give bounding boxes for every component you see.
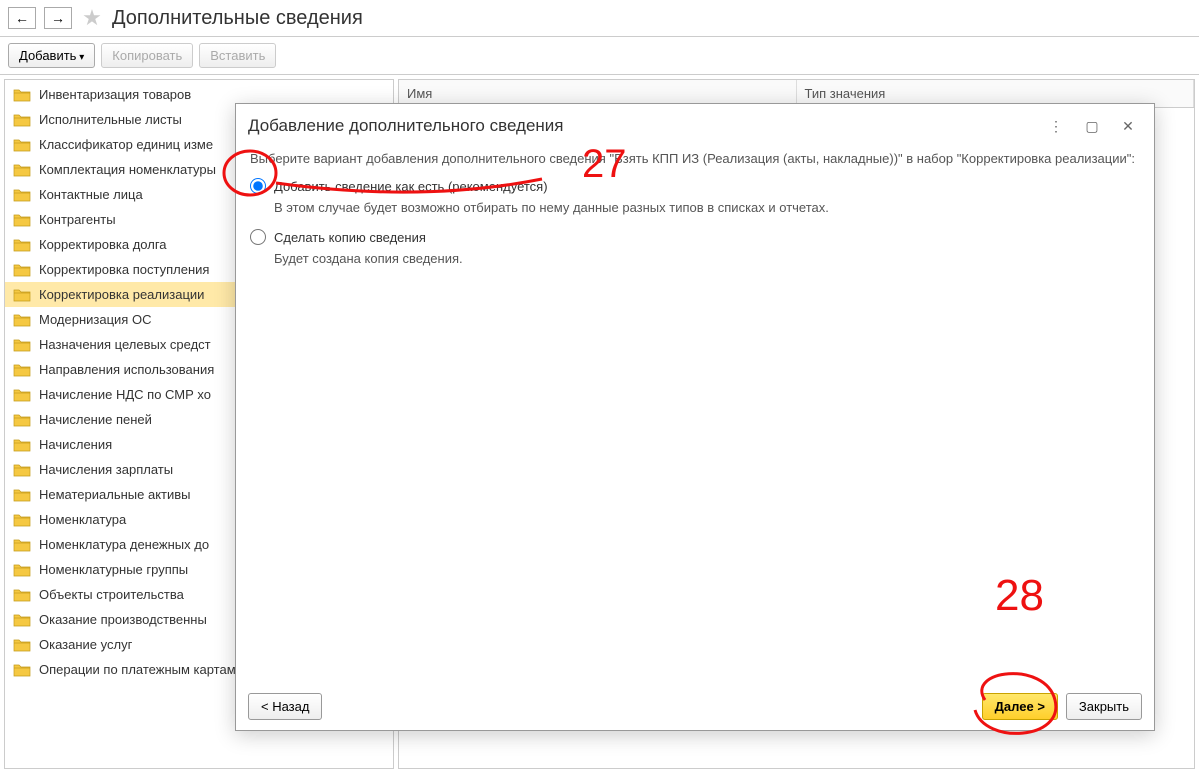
folder-icon bbox=[13, 138, 31, 152]
tree-item-label: Корректировка долга bbox=[39, 237, 167, 252]
folder-icon bbox=[13, 338, 31, 352]
folder-icon bbox=[13, 538, 31, 552]
option-make-copy-desc: Будет создана копия сведения. bbox=[274, 251, 1140, 266]
close-button[interactable]: Закрыть bbox=[1066, 693, 1142, 720]
tree-item-label: Номенклатурные группы bbox=[39, 562, 188, 577]
folder-icon bbox=[13, 388, 31, 402]
copy-button[interactable]: Копировать bbox=[101, 43, 193, 68]
tree-item-label: Начисление НДС по СМР хо bbox=[39, 387, 211, 402]
tree-item-label: Начисления bbox=[39, 437, 112, 452]
radio-make-copy[interactable] bbox=[250, 229, 266, 245]
tree-item-label: Исполнительные листы bbox=[39, 112, 182, 127]
folder-icon bbox=[13, 613, 31, 627]
tree-item-label: Назначения целевых средст bbox=[39, 337, 211, 352]
page-title: Дополнительные сведения bbox=[112, 7, 363, 30]
radio-add-as-is[interactable] bbox=[250, 178, 266, 194]
folder-icon bbox=[13, 438, 31, 452]
back-button[interactable]: < Назад bbox=[248, 693, 322, 720]
add-info-dialog: Добавление дополнительного сведения ⋮ ▢ … bbox=[235, 103, 1155, 731]
folder-icon bbox=[13, 638, 31, 652]
dialog-instruction: Выберите вариант добавления дополнительн… bbox=[250, 150, 1140, 168]
toolbar: Добавить Копировать Вставить bbox=[0, 37, 1199, 75]
tree-item-label: Оказание производственны bbox=[39, 612, 207, 627]
top-bar: ← → ★ Дополнительные сведения bbox=[0, 0, 1199, 37]
folder-icon bbox=[13, 588, 31, 602]
option-make-copy[interactable]: Сделать копию сведения bbox=[250, 229, 1140, 245]
folder-icon bbox=[13, 113, 31, 127]
tree-item-label: Комплектация номенклатуры bbox=[39, 162, 216, 177]
folder-icon bbox=[13, 213, 31, 227]
folder-icon bbox=[13, 163, 31, 177]
dialog-title: Добавление дополнительного сведения bbox=[248, 116, 1034, 136]
option-add-as-is[interactable]: Добавить сведение как есть (рекомендуетс… bbox=[250, 178, 1140, 194]
tree-item-label: Номенклатура bbox=[39, 512, 126, 527]
folder-icon bbox=[13, 288, 31, 302]
add-button[interactable]: Добавить bbox=[8, 43, 95, 68]
tree-item-label: Направления использования bbox=[39, 362, 214, 377]
folder-icon bbox=[13, 188, 31, 202]
folder-icon bbox=[13, 313, 31, 327]
folder-icon bbox=[13, 663, 31, 677]
option-add-as-is-desc: В этом случае будет возможно отбирать по… bbox=[274, 200, 1140, 215]
star-icon[interactable]: ★ bbox=[80, 6, 104, 30]
kebab-icon[interactable]: ⋮ bbox=[1042, 114, 1070, 138]
folder-icon bbox=[13, 563, 31, 577]
tree-item-label: Контактные лица bbox=[39, 187, 143, 202]
folder-icon bbox=[13, 513, 31, 527]
nav-forward-button[interactable]: → bbox=[44, 7, 72, 29]
nav-back-button[interactable]: ← bbox=[8, 7, 36, 29]
tree-item-label: Нематериальные активы bbox=[39, 487, 191, 502]
tree-item-label: Корректировка реализации bbox=[39, 287, 204, 302]
next-button[interactable]: Далее > bbox=[982, 693, 1058, 720]
paste-button[interactable]: Вставить bbox=[199, 43, 276, 68]
maximize-icon[interactable]: ▢ bbox=[1078, 114, 1106, 138]
tree-item-label: Контрагенты bbox=[39, 212, 116, 227]
tree-item-label: Начисление пеней bbox=[39, 412, 152, 427]
folder-icon bbox=[13, 463, 31, 477]
folder-icon bbox=[13, 488, 31, 502]
tree-item-label: Модернизация ОС bbox=[39, 312, 151, 327]
tree-item-label: Операции по платежным картам bbox=[39, 662, 236, 677]
folder-icon bbox=[13, 263, 31, 277]
tree-item-label: Объекты строительства bbox=[39, 587, 184, 602]
tree-item-label: Начисления зарплаты bbox=[39, 462, 173, 477]
tree-item-label: Классификатор единиц изме bbox=[39, 137, 213, 152]
folder-icon bbox=[13, 238, 31, 252]
folder-icon bbox=[13, 363, 31, 377]
option-add-as-is-label: Добавить сведение как есть (рекомендуетс… bbox=[274, 179, 548, 194]
option-make-copy-label: Сделать копию сведения bbox=[274, 230, 426, 245]
tree-item-label: Номенклатура денежных до bbox=[39, 537, 209, 552]
close-icon[interactable]: ✕ bbox=[1114, 114, 1142, 138]
folder-icon bbox=[13, 413, 31, 427]
tree-item-label: Оказание услуг bbox=[39, 637, 132, 652]
folder-icon bbox=[13, 88, 31, 102]
tree-item-label: Корректировка поступления bbox=[39, 262, 209, 277]
tree-item-label: Инвентаризация товаров bbox=[39, 87, 191, 102]
